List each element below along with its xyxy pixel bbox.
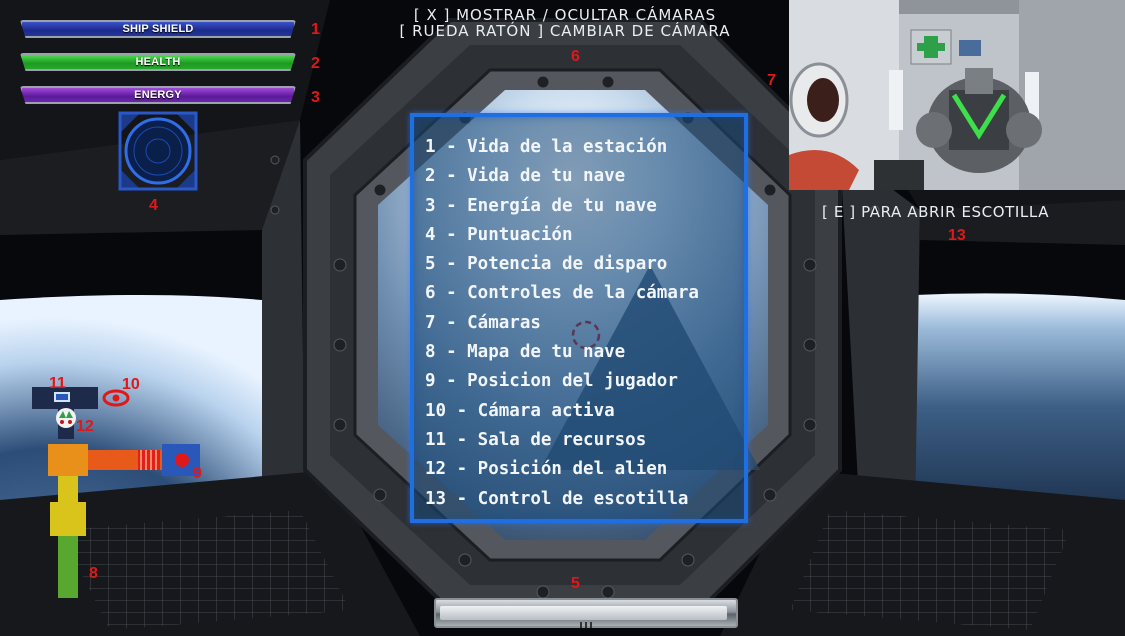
health-label: HEALTH: [135, 56, 181, 68]
alien-head-icon: [56, 408, 76, 428]
energy-bar: ENERGY: [20, 86, 296, 104]
shot-power-fill: [440, 606, 727, 620]
legend-item: 4 - Puntuación: [425, 224, 573, 245]
marker-12: 12: [76, 418, 94, 435]
legend-item: 10 - Cámara activa: [425, 400, 615, 421]
legend-item: 8 - Mapa de tu nave: [425, 342, 626, 363]
ship-minimap: [32, 387, 200, 598]
legend-item: 3 - Energía de tu nave: [425, 195, 657, 216]
marker-1: 1: [311, 21, 320, 38]
hatch-open-prompt: [ E ] PARA ABRIR ESCOTILLA: [822, 203, 1050, 221]
security-camera-view: [789, 0, 1125, 190]
marker-2: 2: [311, 55, 320, 72]
legend-item: 6 - Controles de la cámara: [425, 283, 699, 304]
legend-item: 11 - Sala de recursos: [425, 429, 647, 450]
grip-icon: [580, 622, 592, 628]
legend-item: 7 - Cámaras: [425, 312, 541, 333]
legend-item: 9 - Posicion del jugador: [425, 371, 678, 392]
marker-5: 5: [571, 575, 580, 592]
camera-switch-hint: [ RUEDA RATÓN ] CAMBIAR DE CÁMARA: [399, 22, 731, 40]
legend-item: 12 - Posición del alien: [425, 459, 668, 480]
marker-13: 13: [948, 227, 966, 244]
marker-7: 7: [767, 72, 776, 89]
camera-feed-image: [789, 0, 1125, 190]
legend-list: 1 - Vida de la estación 2 - Vida de tu n…: [414, 117, 744, 514]
crate-icon: [54, 392, 70, 402]
marker-11: 11: [49, 375, 66, 392]
health-bar: HEALTH: [20, 53, 296, 71]
hud-legend-panel: 1 - Vida de la estación 2 - Vida de tu n…: [410, 113, 748, 523]
ship-shield-label: SHIP SHIELD: [122, 23, 194, 35]
marker-4: 4: [149, 197, 158, 214]
ship-shield-bar: SHIP SHIELD: [20, 20, 296, 38]
radar-circle-icon: [118, 111, 198, 191]
energy-label: ENERGY: [134, 89, 182, 101]
legend-item: 1 - Vida de la estación: [425, 137, 668, 157]
legend-item: 13 - Control de escotilla: [425, 488, 689, 509]
marker-9: 9: [193, 465, 202, 482]
legend-item: 2 - Vida de tu nave: [425, 166, 626, 187]
marker-10: 10: [122, 376, 140, 393]
shot-power-bar: [434, 598, 738, 628]
player-dot-icon: [175, 453, 189, 467]
marker-3: 3: [311, 89, 320, 106]
marker-8: 8: [89, 565, 98, 582]
legend-item: 5 - Potencia de disparo: [425, 254, 668, 275]
marker-6: 6: [571, 48, 580, 65]
